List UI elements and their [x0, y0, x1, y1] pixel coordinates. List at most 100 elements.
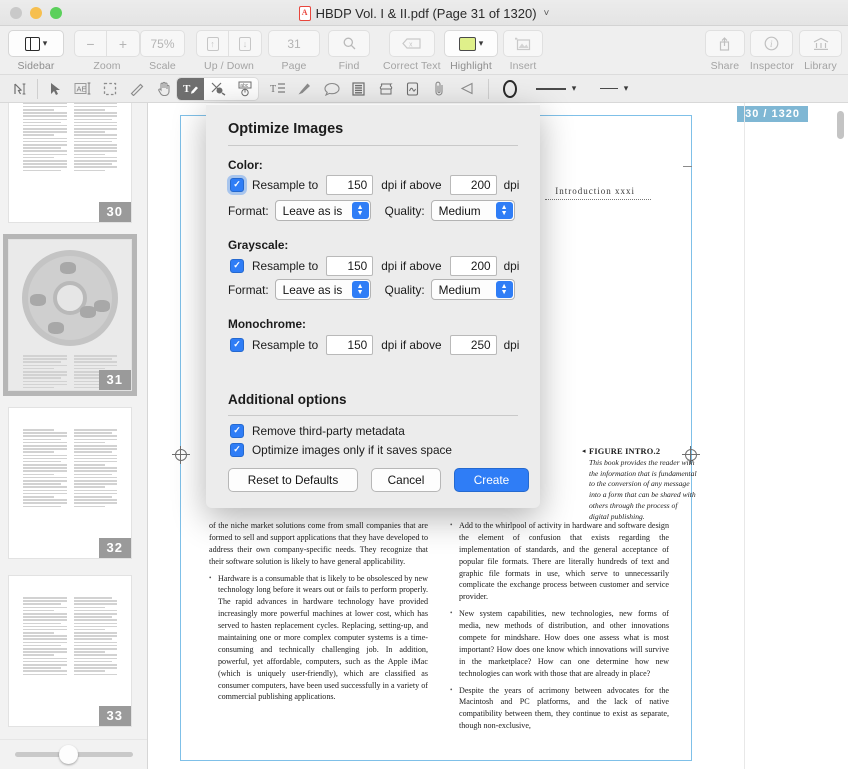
correct-text-icon: x [401, 38, 421, 49]
dash-style-picker[interactable]: ▾ [585, 78, 643, 100]
stepper-icon[interactable]: ▲ ▼ [351, 202, 369, 219]
select-arrow-icon[interactable] [42, 78, 69, 100]
text-column-left: of the niche market solutions come from … [209, 520, 428, 737]
highlight-color-swatch[interactable] [458, 36, 476, 51]
grayscale-threshold-dpi-input[interactable]: 200 [449, 256, 497, 276]
zoom-in-button[interactable]: + [107, 30, 140, 57]
sidebar-toggle-button[interactable]: ▾ [8, 30, 64, 57]
stepper-icon[interactable]: ▲ ▼ [351, 281, 369, 298]
bullet-item: Despite the years of acrimony between ad… [450, 685, 669, 733]
chevron-down-icon[interactable]: ˅ [544, 8, 550, 19]
thumbnail-page-30[interactable]: 30 [8, 103, 132, 223]
thumbnail-item[interactable]: 31 [0, 233, 140, 401]
color-format-select[interactable]: Leave as is ▲ ▼ [274, 200, 371, 221]
marquee-select-icon[interactable] [96, 78, 123, 100]
color-quality-select[interactable]: Medium ▲ ▼ [430, 200, 515, 221]
attachment-icon[interactable] [426, 78, 453, 100]
scrollbar-thumb[interactable] [837, 111, 844, 139]
inspector-button[interactable]: i [750, 30, 794, 57]
create-button[interactable]: Create [454, 468, 529, 492]
chevron-down-icon[interactable]: ▾ [479, 38, 484, 49]
redact-icon[interactable] [204, 78, 231, 100]
grayscale-resample-dpi-input[interactable]: 150 [326, 256, 374, 276]
color-resample-checkbox[interactable]: ✓ [230, 178, 244, 192]
highlighter-icon[interactable] [291, 78, 318, 100]
stamp-icon[interactable] [372, 78, 399, 100]
chevron-down-icon[interactable]: ▾ [43, 38, 48, 49]
note-icon[interactable] [345, 78, 372, 100]
remove-metadata-checkbox[interactable]: ✓ [230, 424, 244, 438]
monochrome-resample-dpi-input[interactable]: 150 [326, 335, 374, 355]
insert-button[interactable] [503, 30, 543, 57]
thumbnail-preview [17, 103, 123, 216]
hand-tool-icon[interactable] [150, 78, 177, 100]
grayscale-quality-select[interactable]: Medium ▲ ▼ [430, 279, 515, 300]
cancel-button[interactable]: Cancel [371, 468, 441, 492]
scale-value: 75% [150, 36, 175, 51]
zoom-out-button[interactable]: − [74, 30, 107, 57]
text-select-icon[interactable]: AE [69, 78, 96, 100]
signature-icon[interactable] [399, 78, 426, 100]
page-number-field[interactable]: 31 [268, 30, 320, 57]
text-cursor-icon[interactable] [6, 78, 33, 100]
comment-icon[interactable] [318, 78, 345, 100]
color-resample-dpi-input[interactable]: 150 [326, 175, 374, 195]
text-box-icon[interactable]: T [264, 78, 291, 100]
sidebar-toggle-icon [24, 36, 40, 51]
thumbnail-page-32[interactable]: 32 [8, 407, 132, 559]
color-threshold-dpi-input[interactable]: 200 [449, 175, 497, 195]
toolbar-divider [488, 78, 489, 99]
grayscale-format-select[interactable]: Leave as is ▲ ▼ [274, 279, 371, 300]
document-scrollbar[interactable] [837, 111, 844, 761]
arrow-down-icon: ↓ [239, 36, 251, 51]
edit-text-icon[interactable]: T [177, 77, 204, 100]
find-button[interactable] [328, 30, 370, 57]
toolbar-group-share: Share [704, 30, 745, 72]
optimize-images-dialog[interactable]: Optimize Images Color: ✓ Resample to 150… [206, 104, 540, 508]
monochrome-resample-checkbox[interactable]: ✓ [230, 338, 244, 352]
remove-metadata-row[interactable]: ✓ Remove third-party metadata [230, 424, 405, 438]
correct-text-button[interactable]: x [388, 30, 435, 57]
toolbar-group-correct-text: x Correct Text [383, 30, 441, 72]
highlight-button[interactable]: ▾ [444, 30, 498, 57]
thumbnail-size-slider[interactable] [0, 739, 147, 769]
thumbnail-sidebar[interactable]: 30 31 32 33 [0, 103, 148, 769]
stepper-icon[interactable]: ▲ ▼ [495, 202, 513, 219]
ocr-icon[interactable]: abc [231, 78, 258, 100]
thumbnail-page-33[interactable]: 33 [8, 575, 132, 727]
library-button[interactable] [799, 30, 842, 57]
plus-icon: + [118, 35, 128, 52]
stroke-weight-picker[interactable]: ▾ [527, 78, 585, 100]
page-down-button[interactable]: ↓ [229, 30, 262, 57]
grayscale-resample-checkbox[interactable]: ✓ [230, 259, 244, 273]
grayscale-format-row: Format: Leave as is ▲ ▼ Quality: Medium ▲… [228, 279, 515, 300]
dash-style-icon [599, 88, 618, 89]
slider-knob[interactable] [59, 745, 78, 764]
dialog-button-bar: Reset to Defaults Cancel Create [228, 468, 529, 492]
optimize-if-saves-space-row[interactable]: ✓ Optimize images only if it saves space [230, 443, 452, 457]
window-title[interactable]: A HBDP Vol. I & II.pdf (Page 31 of 1320)… [0, 0, 848, 26]
svg-text:AE: AE [76, 85, 86, 94]
bullet-item: New system capabilities, new technologie… [450, 608, 669, 679]
page-up-button[interactable]: ↑ [196, 30, 229, 57]
thumbnail-item[interactable]: 33 [0, 569, 140, 737]
optimize-if-saves-space-checkbox[interactable]: ✓ [230, 443, 244, 457]
monochrome-threshold-dpi-input[interactable]: 250 [449, 335, 497, 355]
thumbnail-item[interactable]: 30 [0, 103, 140, 233]
thumbnail-preview [17, 582, 123, 720]
measure-icon[interactable] [123, 78, 150, 100]
oval-shape-icon[interactable] [493, 78, 527, 100]
chevron-down-icon[interactable]: ▾ [624, 83, 629, 94]
oval-glyph [503, 79, 517, 98]
reset-to-defaults-button[interactable]: Reset to Defaults [228, 468, 358, 492]
thumbnail-item[interactable]: 32 [0, 401, 140, 569]
scale-value-button[interactable]: 75% [140, 30, 185, 57]
chevron-down-icon[interactable]: ▾ [572, 83, 577, 94]
toolbar-group-insert: Insert [503, 30, 543, 72]
slider-track[interactable] [15, 745, 133, 764]
toolbar-label-find: Find [338, 60, 360, 72]
sound-icon[interactable] [453, 78, 480, 100]
share-button[interactable] [704, 30, 745, 57]
stepper-icon[interactable]: ▲ ▼ [495, 281, 513, 298]
thumbnail-page-31[interactable]: 31 [3, 234, 137, 396]
